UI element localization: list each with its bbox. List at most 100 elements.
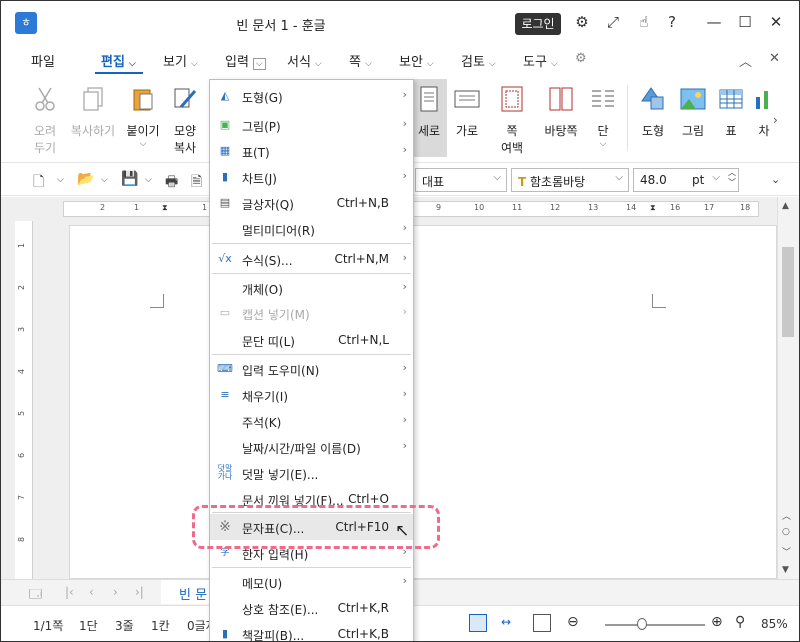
menu-item-shape[interactable]: ◭ 도형(G) › — [210, 83, 413, 109]
chevron-down-icon[interactable]: ⌵ — [101, 175, 108, 185]
font-value: 함초롬바탕 — [530, 175, 586, 189]
scroll-up-icon[interactable]: ▲ — [782, 201, 789, 211]
print-icon[interactable]: 🖶 — [165, 171, 178, 195]
ruler-number: 9 — [436, 203, 442, 212]
page-margin-button[interactable]: 쪽 여백 — [487, 85, 537, 156]
scroll-down-icon[interactable]: ▼ — [782, 565, 789, 575]
menu-item-date-time[interactable]: 날짜/시간/파일 이름(D) › — [210, 434, 413, 460]
last-tab-icon[interactable]: ›| — [135, 585, 144, 599]
tab-file[interactable]: 파일 — [31, 51, 55, 70]
toolbar-expand-icon[interactable]: ⌄ — [771, 173, 780, 186]
tab-edit[interactable]: 편집 ⌵ — [101, 51, 136, 70]
chevron-down-icon[interactable]: ⌵ — [57, 175, 64, 185]
table-button[interactable]: 표 — [713, 85, 749, 139]
tab-security[interactable]: 보안 ⌵ — [399, 51, 434, 70]
maximize-icon[interactable]: ☐ — [734, 13, 756, 31]
scroll-thumb[interactable] — [782, 247, 794, 337]
menu-item-bookmark[interactable]: ▮ 책갈피(B)... Ctrl+K,B — [210, 621, 413, 641]
collapse-ribbon-icon[interactable]: ︿ — [739, 51, 752, 70]
zoom-level[interactable]: 85% — [761, 617, 788, 631]
settings-icon[interactable]: ⚙ — [575, 51, 587, 66]
menu-item-formula[interactable]: √x 수식(S)... Ctrl+N,M › — [210, 246, 413, 272]
chart-button[interactable]: 차 — [749, 85, 779, 139]
style-combo[interactable]: 대표 ⌵ — [415, 168, 507, 192]
tab-review[interactable]: 검토 ⌵ — [461, 51, 496, 70]
tab-view[interactable]: 보기 ⌵ — [163, 51, 198, 70]
tab-tools[interactable]: 도구 ⌵ — [523, 51, 558, 70]
next-tab-icon[interactable]: › — [113, 585, 118, 599]
ruler-number: 16 — [670, 203, 681, 212]
settings-gear-icon[interactable]: ⚙ — [571, 13, 593, 31]
menu-item-table[interactable]: ▦ 표(T) › — [210, 138, 413, 164]
master-page-button[interactable]: 바탕쪽 — [539, 85, 583, 139]
font-size-combo[interactable]: 48.0 pt ⌵ ︿ ﹀ — [633, 168, 739, 192]
scroll-up-page-icon[interactable]: ︿ — [782, 509, 791, 522]
help-icon[interactable]: ? — [661, 13, 683, 31]
menu-item-label: 그림(P) — [242, 120, 281, 134]
zoom-in-icon[interactable]: ⊕ — [711, 614, 723, 630]
menu-item-object[interactable]: 개체(O) › — [210, 275, 413, 301]
prev-tab-icon[interactable]: ‹ — [89, 585, 94, 599]
menu-item-memo[interactable]: 메모(U) › — [210, 569, 413, 595]
new-document-icon[interactable]: 🗋 — [33, 171, 44, 195]
submenu-arrow-icon: › — [402, 574, 407, 587]
tab-page[interactable]: 쪽 ⌵ — [349, 51, 372, 70]
status-page[interactable]: 1/1쪽 — [33, 617, 63, 634]
close-icon[interactable]: ✕ — [765, 13, 787, 31]
ruler-right-marker[interactable]: ⧗ — [650, 203, 656, 213]
cut-label: 오려 두기 — [33, 124, 57, 155]
format-painter-button[interactable]: 모양 복사 — [159, 85, 211, 156]
cut-button[interactable]: 오려 두기 — [19, 85, 71, 156]
menu-item-fill[interactable]: ≡ 채우기(I) › — [210, 382, 413, 408]
first-tab-icon[interactable]: |‹ — [65, 585, 74, 599]
vertical-scrollbar[interactable]: ▲ ︿ ○ ﹀ ▼ — [777, 197, 799, 579]
font-combo[interactable]: T 함초롬바탕 ⌵ — [511, 168, 629, 192]
chevron-down-icon[interactable]: ⌵ — [145, 175, 152, 185]
ruler-indent-marker[interactable]: ⧗ — [162, 203, 168, 213]
copy-button[interactable]: 복사하기 — [65, 85, 121, 139]
menu-item-cross-reference[interactable]: 상호 참조(E)... Ctrl+K,R — [210, 595, 413, 621]
menu-item-textbox[interactable]: ▤ 글상자(Q) Ctrl+N,B — [210, 190, 413, 216]
status-line: 3줄 — [115, 619, 134, 633]
zoom-search-icon[interactable]: ⚲ — [735, 614, 745, 630]
print-preview-icon[interactable]: 🗎 — [191, 171, 202, 195]
menu-item-ruby-text[interactable]: 덧말 가나 덧말 넣기(E)... — [210, 460, 413, 486]
portrait-button[interactable]: 세로 — [411, 79, 447, 157]
menu-item-multimedia[interactable]: 멀티미디어(R) › — [210, 216, 413, 242]
menu-item-annotation[interactable]: 주석(K) › — [210, 408, 413, 434]
landscape-button[interactable]: 가로 — [449, 85, 485, 139]
chart-icon — [756, 91, 768, 109]
submenu-arrow-icon: › — [402, 413, 407, 426]
fit-width-icon[interactable]: ↔ — [501, 615, 511, 629]
menu-item-chart[interactable]: ▮ 차트(J) › — [210, 164, 413, 190]
close-document-icon[interactable]: ✕ — [769, 51, 780, 66]
menu-item-input-helper[interactable]: ⌨ 입력 도우미(N) › — [210, 356, 413, 382]
tab-insert[interactable]: 입력 ⌵ — [225, 51, 266, 70]
expand-icon[interactable]: ⤢ — [602, 13, 624, 31]
save-icon[interactable]: 💾 — [121, 171, 138, 187]
ribbon-more-icon[interactable]: › — [773, 113, 778, 127]
picture-button[interactable]: 그림 — [673, 85, 713, 139]
submenu-arrow-icon: › — [402, 361, 407, 374]
scroll-mid-icon[interactable]: ○ — [782, 527, 790, 537]
table-icon: ▦ — [219, 144, 231, 157]
menu-item-paragraph-band[interactable]: 문단 띠(L) Ctrl+N,L — [210, 327, 413, 353]
columns-button[interactable]: 단 ⌵ — [585, 85, 621, 149]
full-page-icon[interactable] — [533, 614, 551, 632]
login-button[interactable]: 로그인 — [515, 13, 561, 35]
zoom-slider[interactable] — [605, 624, 705, 626]
tab-format[interactable]: 서식 ⌵ — [287, 51, 322, 70]
menu-item-picture[interactable]: ▣ 그림(P) › — [210, 112, 413, 138]
page-view-icon[interactable] — [469, 614, 487, 632]
document-tab[interactable]: 빈 문서 — [161, 580, 213, 622]
minimize-icon[interactable]: — — [703, 13, 725, 31]
ruler-number: 13 — [588, 203, 599, 212]
scroll-down-page-icon[interactable]: ﹀ — [782, 545, 791, 558]
open-folder-icon[interactable]: 📂 — [77, 171, 94, 187]
tab-list-icon[interactable]: 🗔 — [29, 585, 42, 606]
zoom-slider-knob[interactable] — [637, 618, 647, 630]
shape-button[interactable]: 도형 — [633, 85, 673, 139]
zoom-out-icon[interactable]: ⊖ — [567, 614, 579, 630]
hand-pointer-icon[interactable]: ☝ — [633, 13, 655, 31]
size-stepper-icon[interactable]: ︿ ﹀ — [728, 168, 736, 188]
